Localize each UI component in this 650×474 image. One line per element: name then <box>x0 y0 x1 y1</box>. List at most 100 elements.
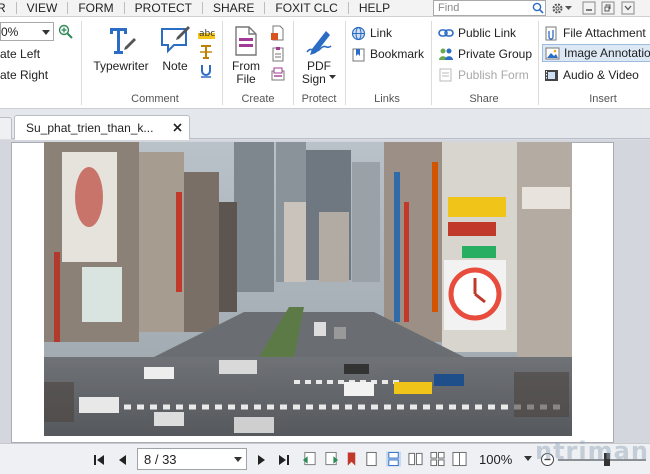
rotate-left-button[interactable]: ate Left <box>0 45 40 63</box>
rotate-right-button[interactable]: ate Right <box>0 66 48 84</box>
form-icon <box>439 68 452 82</box>
insert-group-label: Insert <box>589 93 617 105</box>
note-button[interactable]: Note <box>156 25 194 73</box>
public-link-button[interactable]: Public Link <box>438 24 516 42</box>
next-page-icon[interactable] <box>254 453 268 467</box>
group-separator <box>293 21 294 105</box>
find-input[interactable]: Find <box>433 0 546 16</box>
group-separator <box>538 21 539 105</box>
rotate-right-label: ate Right <box>0 68 49 82</box>
menu-item-help[interactable]: HELP <box>349 0 400 16</box>
from-file-label-2: File <box>236 72 256 86</box>
pdf-sign-label-2-wrap: Sign <box>301 72 337 86</box>
tab-title: Su_phat_trien_than_k... <box>26 121 154 135</box>
pdf-sign-button[interactable]: PDF Sign <box>298 25 340 86</box>
zoom-select-value: 0% <box>1 25 19 39</box>
menu-item-edit-fragment[interactable]: R <box>0 0 16 16</box>
pen-sign-icon <box>306 31 332 55</box>
public-link-label: Public Link <box>458 26 517 40</box>
minimize-icon[interactable] <box>582 1 596 15</box>
tab-active-document[interactable]: Su_phat_trien_than_k... <box>14 115 190 140</box>
search-icon[interactable] <box>532 2 544 14</box>
previous-page-icon[interactable] <box>116 453 130 467</box>
continuous-facing-icon[interactable] <box>430 451 445 467</box>
private-group-label: Private Group <box>458 47 533 61</box>
menu-item-protect[interactable]: PROTECT <box>125 0 202 16</box>
protect-group-label: Protect <box>301 93 337 105</box>
typewriter-label: Typewriter <box>93 59 149 73</box>
menu-item-form[interactable]: FORM <box>68 0 123 16</box>
group-separator <box>81 21 82 105</box>
close-icon[interactable] <box>172 122 183 133</box>
file-icon <box>235 26 257 56</box>
group-separator <box>431 21 432 105</box>
facing-pages-icon[interactable] <box>408 451 423 467</box>
chevron-down-icon[interactable] <box>524 456 532 462</box>
audio-video-button[interactable]: Audio & Video <box>544 66 639 84</box>
image-annotation-button[interactable]: Image Annotatio <box>542 44 650 62</box>
page-number-field[interactable]: 8 / 33 <box>137 448 247 470</box>
links-group-label: Links <box>374 93 400 105</box>
underline-icon[interactable] <box>200 64 212 78</box>
scanner-icon[interactable] <box>270 67 286 83</box>
image-icon <box>545 47 560 59</box>
bookmark-button[interactable]: Bookmark <box>351 45 424 63</box>
watermark-text: ntrimane <box>535 437 650 465</box>
chevron-down-icon <box>42 30 50 35</box>
comment-group-label: Comment <box>131 93 179 105</box>
first-page-icon[interactable] <box>92 453 106 467</box>
split-view-icon[interactable] <box>452 451 467 467</box>
bookmark-icon <box>352 48 365 61</box>
publish-form-button[interactable]: Publish Form <box>438 66 529 84</box>
menu-item-view[interactable]: VIEW <box>17 0 68 16</box>
chevron-down-icon[interactable] <box>234 457 242 463</box>
globe-link-icon <box>351 26 366 40</box>
note-icon <box>161 26 190 54</box>
svg-text:abc: abc <box>199 29 215 39</box>
chevron-down-icon <box>329 75 337 79</box>
menu-item-share[interactable]: SHARE <box>203 0 264 16</box>
users-icon <box>439 48 453 60</box>
publish-form-label: Publish Form <box>458 68 529 82</box>
highlight-text-icon[interactable]: abc <box>198 27 215 39</box>
rotate-left-label: ate Left <box>0 47 41 61</box>
group-separator <box>222 21 223 105</box>
file-attachment-button[interactable]: File Attachment <box>544 24 646 42</box>
from-file-button[interactable]: From File <box>229 25 263 86</box>
bookmark-view-icon[interactable] <box>344 451 359 467</box>
pdf-sign-label-2: Sign <box>301 72 326 86</box>
document-tab-strip: Su_phat_trien_than_k... <box>0 109 650 140</box>
next-view-icon[interactable] <box>324 451 339 467</box>
gear-icon[interactable] <box>551 2 564 15</box>
clipboard-icon[interactable] <box>270 46 286 62</box>
settings-menu[interactable] <box>551 0 572 16</box>
single-page-icon[interactable] <box>364 451 379 467</box>
chevron-down-icon <box>565 5 572 10</box>
create-group-label: Create <box>241 93 275 105</box>
tab-previous-document[interactable] <box>0 117 12 139</box>
audio-video-label: Audio & Video <box>563 68 639 82</box>
link-label: Link <box>370 26 393 40</box>
menu-item-foxit-cloud[interactable]: FOXIT CLC <box>265 0 347 16</box>
zoom-level[interactable]: 100% <box>479 452 512 467</box>
typewriter-button[interactable]: Typewriter <box>92 25 150 73</box>
last-page-icon[interactable] <box>277 453 291 467</box>
page-indicator: 8 / 33 <box>144 452 177 467</box>
private-group-button[interactable]: Private Group <box>438 45 532 63</box>
typewriter-icon <box>110 28 136 54</box>
strikeout-icon[interactable] <box>199 45 213 59</box>
ribbon-toolbar: 0% ate Left ate Right Typewriter Note ab… <box>0 17 650 109</box>
share-group-label: Share <box>469 93 499 105</box>
continuous-page-icon[interactable] <box>386 451 401 467</box>
blank-page-icon[interactable] <box>270 25 286 41</box>
window-options-icon[interactable] <box>621 1 635 15</box>
zoom-in-icon[interactable] <box>58 24 73 39</box>
restore-icon[interactable] <box>601 1 615 15</box>
file-attachment-label: File Attachment <box>563 26 646 40</box>
bookmark-label: Bookmark <box>370 47 425 61</box>
link-button[interactable]: Link <box>351 24 392 42</box>
group-separator <box>345 21 346 105</box>
attachment-icon <box>545 26 557 40</box>
previous-view-icon[interactable] <box>302 451 317 467</box>
zoom-select[interactable]: 0% <box>0 22 54 41</box>
